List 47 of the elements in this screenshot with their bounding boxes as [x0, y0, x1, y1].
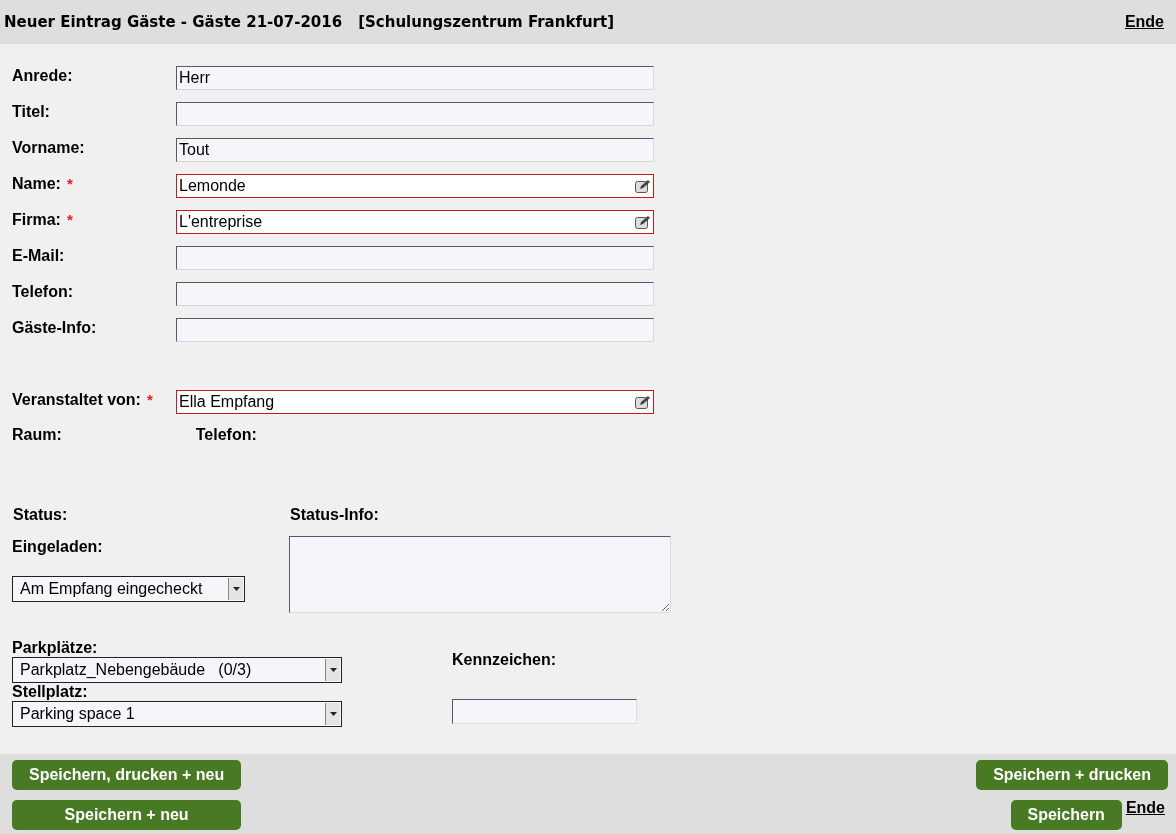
- field-label: Titel:: [12, 103, 50, 122]
- field-label: Telefon:: [12, 283, 74, 302]
- status-dropdown[interactable]: Am Empfang eingecheckt: [12, 576, 245, 602]
- text-field[interactable]: Tout: [176, 138, 654, 162]
- text-field[interactable]: Ella Empfang: [176, 390, 654, 414]
- text-field[interactable]: [176, 318, 654, 342]
- space-label: Stellplatz:: [12, 683, 89, 701]
- parking-label: Parkplätze:: [12, 639, 99, 657]
- end-link[interactable]: Ende: [1124, 13, 1164, 31]
- dropdown-caret-icon[interactable]: [325, 659, 340, 681]
- text-field[interactable]: [176, 102, 654, 126]
- location-title: [Schulungszentrum Frankfurt]: [358, 13, 614, 31]
- save-button[interactable]: Speichern, drucken + neu: [12, 760, 242, 790]
- required-asterisk: *: [146, 391, 153, 410]
- end-link[interactable]: Ende: [1125, 800, 1165, 816]
- save-button[interactable]: Speichern + neu: [12, 800, 242, 830]
- field-label: Name:: [12, 175, 61, 194]
- required-asterisk: *: [66, 175, 73, 194]
- field-label: Firma:: [12, 211, 61, 230]
- field-label: Gäste-Info:: [12, 319, 97, 338]
- text-field[interactable]: [176, 282, 654, 306]
- phone-label: Telefon:: [195, 426, 257, 445]
- room-label: Raum:: [12, 426, 62, 445]
- edit-icon[interactable]: [635, 395, 651, 409]
- space-dropdown[interactable]: Parking space 1: [12, 701, 342, 727]
- save-button[interactable]: Speichern: [1010, 800, 1122, 830]
- status-info-label: Status-Info:: [289, 506, 380, 524]
- field-label: Anrede:: [12, 67, 73, 86]
- license-plate-field[interactable]: [452, 699, 637, 724]
- text-field[interactable]: L'entreprise: [176, 210, 654, 234]
- edit-icon[interactable]: [635, 179, 651, 193]
- page-title: Neuer Eintrag Gäste - Gäste 21-07-2016: [4, 13, 343, 31]
- dropdown-caret-icon[interactable]: [325, 703, 340, 725]
- license-plate-label: Kennzeichen:: [452, 651, 557, 669]
- text-field[interactable]: Lemonde: [176, 174, 654, 198]
- parking-dropdown[interactable]: Parkplatz_Nebengebäude (0/3): [12, 657, 342, 683]
- field-label: Veranstaltet von:: [12, 391, 141, 410]
- dropdown-caret-icon[interactable]: [228, 578, 243, 600]
- field-label: E-Mail:: [12, 247, 65, 266]
- invited-label: Eingeladen:: [12, 538, 104, 556]
- text-field[interactable]: Herr: [176, 66, 654, 90]
- save-button[interactable]: Speichern + drucken: [976, 760, 1168, 790]
- field-label: Vorname:: [12, 139, 85, 158]
- edit-icon[interactable]: [635, 215, 651, 229]
- status-label: Status:: [12, 506, 69, 524]
- required-asterisk: *: [66, 211, 73, 230]
- text-field[interactable]: [176, 246, 654, 270]
